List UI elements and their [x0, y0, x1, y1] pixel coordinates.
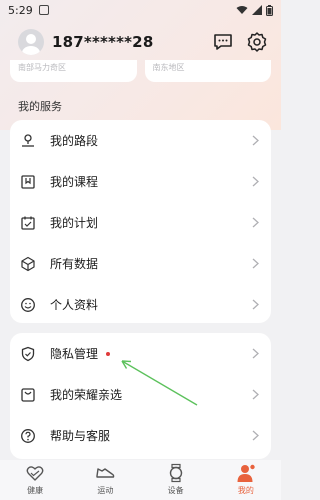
honor-select-row[interactable]: 我的荣耀亲选: [10, 374, 271, 415]
settings-gear-icon[interactable]: [246, 31, 268, 53]
shoe-icon: [96, 468, 115, 478]
tab-health[interactable]: 健康: [0, 460, 70, 500]
chevron-right-icon: [252, 348, 259, 359]
help-label: 帮助与客服: [50, 429, 111, 443]
signal-icon: [252, 5, 262, 15]
tab-label: 运动: [97, 486, 114, 495]
avatar[interactable]: [18, 29, 44, 55]
service-label: 我的计划: [50, 216, 99, 230]
service-row-profile[interactable]: 个人资料: [10, 284, 271, 325]
tab-label: 健康: [27, 486, 44, 495]
chevron-right-icon: [252, 258, 259, 269]
wifi-icon: [236, 6, 248, 14]
username: 187******28: [52, 33, 154, 51]
help-support-row[interactable]: 帮助与客服: [10, 415, 271, 456]
calendar-icon: [21, 216, 35, 230]
status-bar: 5:29: [0, 0, 281, 20]
tab-devices[interactable]: 设备: [141, 460, 211, 500]
chevron-right-icon: [252, 430, 259, 441]
section-title: 我的服务: [18, 100, 62, 113]
service-row-plan[interactable]: 我的计划: [10, 202, 271, 243]
bag-icon: [21, 387, 35, 402]
summary-cards: 南部马力奇区 南东地区: [10, 60, 271, 82]
service-row-course[interactable]: 我的课程: [10, 161, 271, 202]
honor-select-label: 我的荣耀亲选: [50, 388, 123, 402]
chevron-right-icon: [252, 135, 259, 146]
battery-icon: [266, 4, 273, 16]
message-icon[interactable]: [212, 31, 234, 53]
route-icon: [22, 133, 34, 147]
person-icon: [237, 464, 255, 482]
tab-label: 我的: [237, 486, 254, 495]
cube-icon: [21, 256, 35, 271]
notification-icon: [38, 5, 49, 15]
privacy-label: 隐私管理: [50, 347, 99, 361]
service-row-route[interactable]: 我的路段: [10, 120, 271, 161]
bottom-tab-bar: 健康 运动 设备 我的: [0, 460, 281, 500]
summary-card[interactable]: 南部马力奇区: [10, 60, 137, 82]
service-label: 个人资料: [50, 298, 99, 312]
chevron-right-icon: [252, 299, 259, 310]
chevron-right-icon: [252, 217, 259, 228]
chevron-right-icon: [252, 176, 259, 187]
tab-me[interactable]: 我的: [211, 460, 281, 500]
services-card: 我的路段 我的课程 我的计划 所有数据 个人资料: [10, 120, 271, 323]
heart-icon: [26, 466, 44, 481]
tab-label: 设备: [167, 486, 184, 495]
summary-card[interactable]: 南东地区: [144, 60, 271, 82]
service-label: 所有数据: [50, 257, 99, 271]
privacy-management-row[interactable]: 隐私管理: [10, 333, 271, 374]
watch-icon: [169, 463, 182, 483]
service-row-data[interactable]: 所有数据: [10, 243, 271, 284]
chevron-right-icon: [252, 389, 259, 400]
help-icon: [21, 428, 35, 443]
status-time: 5:29: [8, 3, 33, 17]
service-label: 我的路段: [50, 134, 99, 148]
other-card: 隐私管理 我的荣耀亲选 帮助与客服: [10, 333, 271, 459]
shield-icon: [21, 346, 35, 361]
red-dot-badge: [106, 351, 111, 356]
smile-icon: [21, 297, 35, 312]
tab-exercise[interactable]: 运动: [70, 460, 140, 500]
profile-header[interactable]: 187******28: [18, 28, 268, 56]
service-label: 我的课程: [50, 175, 99, 189]
course-icon: [21, 174, 35, 189]
